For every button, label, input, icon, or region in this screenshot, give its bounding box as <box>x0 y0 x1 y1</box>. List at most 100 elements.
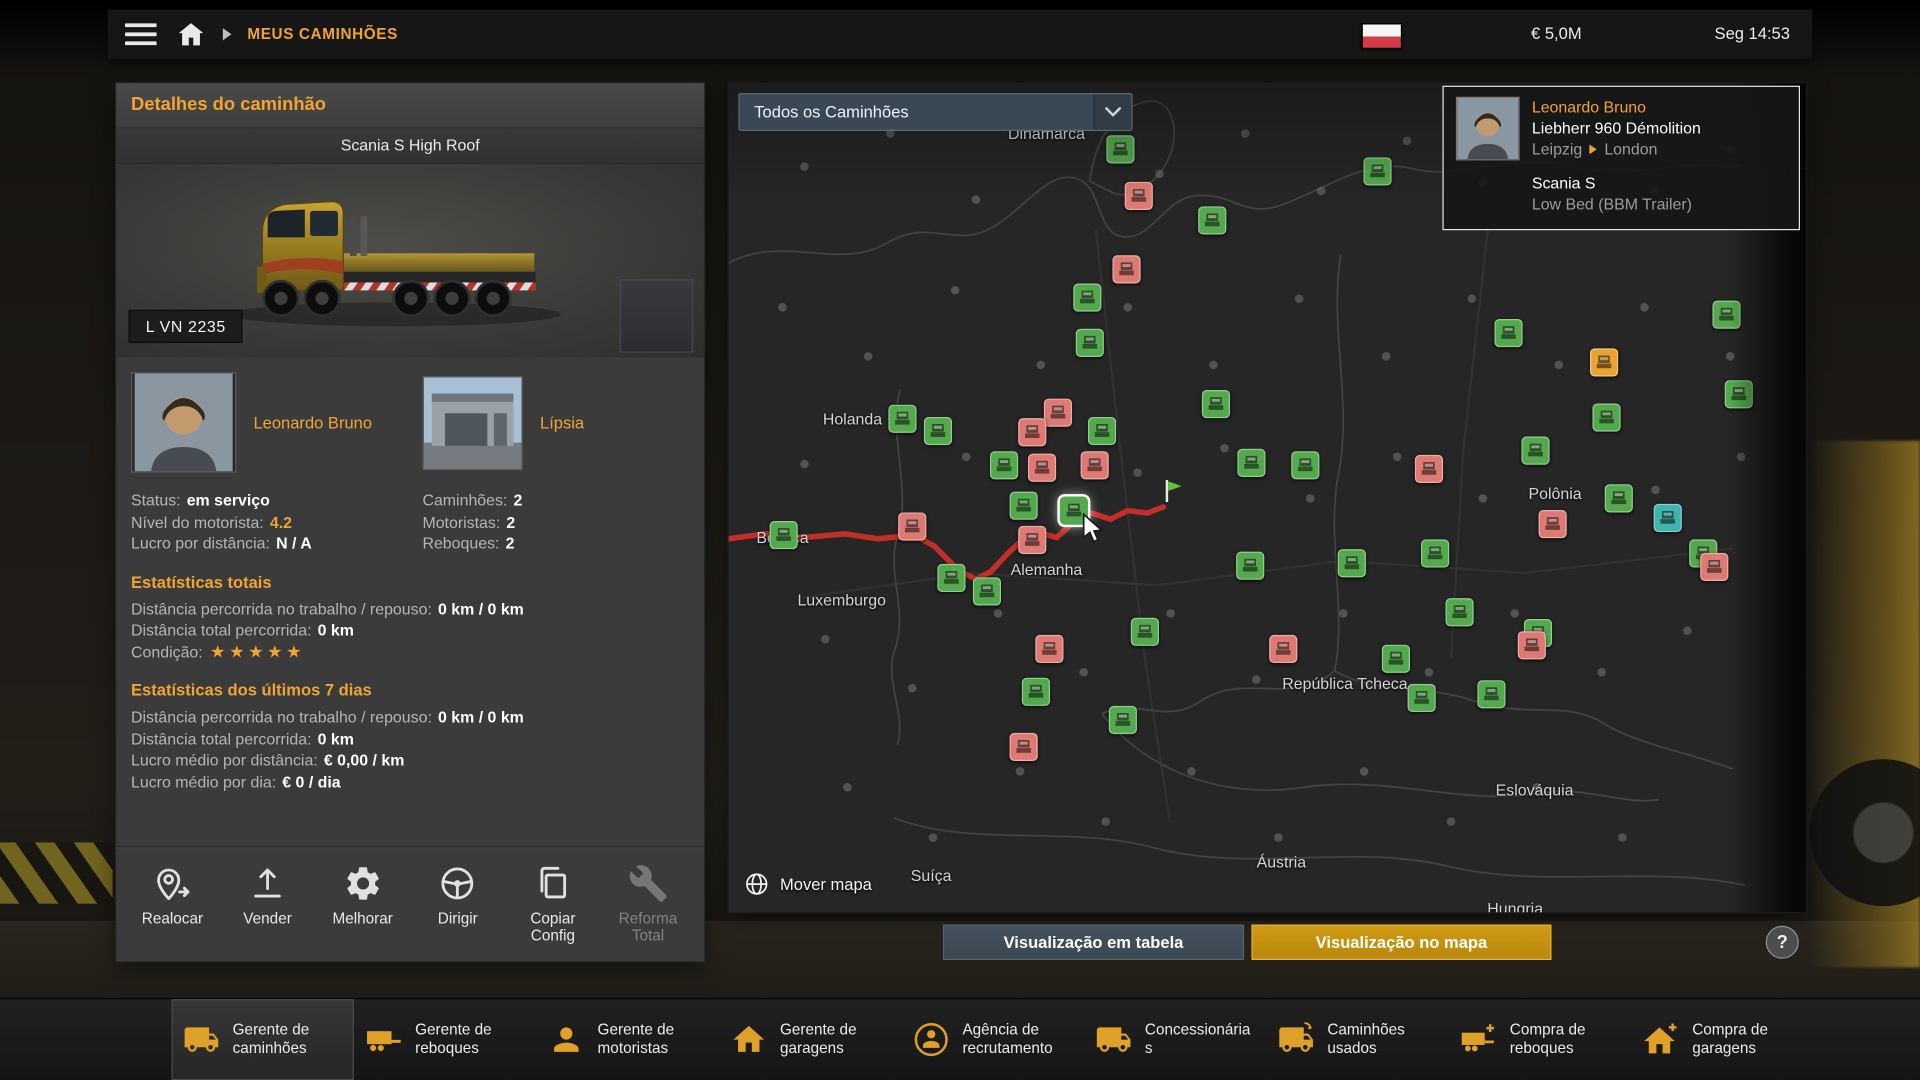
truck-marker[interactable] <box>1381 644 1409 672</box>
truck-marker[interactable] <box>1291 451 1319 479</box>
truck-marker[interactable] <box>1700 552 1728 580</box>
profit-per-distance-value: N / A <box>276 534 312 552</box>
truck-marker[interactable] <box>1269 635 1297 663</box>
truck-marker[interactable] <box>1112 256 1140 284</box>
truck-marker[interactable] <box>1088 417 1116 445</box>
truck-marker[interactable] <box>1022 678 1050 706</box>
map-panel[interactable]: DinamarcaHolandaBélgicaLuxemburgoAlemanh… <box>729 83 1807 912</box>
job-truck: Scania S <box>1532 173 1701 194</box>
truck-marker[interactable] <box>924 417 952 445</box>
truck-marker[interactable] <box>1010 733 1038 761</box>
truck-marker[interactable] <box>938 564 966 592</box>
truck-marker[interactable] <box>1539 510 1567 538</box>
help-button[interactable]: ? <box>1766 926 1799 959</box>
truck-marker[interactable] <box>1107 135 1135 163</box>
copy-config-button[interactable]: Copiar Config <box>507 861 600 959</box>
menu-button[interactable] <box>122 21 159 48</box>
truck-model-title: Scania S High Roof <box>116 129 704 165</box>
truck-marker[interactable] <box>1725 380 1753 408</box>
nav-item-used-trucks[interactable]: Caminhões usados <box>1266 999 1448 1080</box>
nav-item-garage-purchase[interactable]: Compra de garagens <box>1631 999 1813 1080</box>
driver-photo[interactable] <box>131 372 236 472</box>
drive-button[interactable]: Dirigir <box>411 861 504 959</box>
truck-marker[interactable] <box>1018 418 1046 446</box>
relocate-pin-icon <box>152 863 192 903</box>
truck-marker[interactable] <box>1712 300 1740 328</box>
nav-item-trailer-purchase[interactable]: Compra de reboques <box>1449 999 1631 1080</box>
table-view-button[interactable]: Visualização em tabela <box>943 924 1244 960</box>
truck-marker[interactable] <box>1415 455 1443 483</box>
truck-marker[interactable] <box>1036 635 1064 663</box>
truck-marker[interactable] <box>1198 206 1226 234</box>
truck-marker[interactable] <box>1591 349 1619 377</box>
city-dot <box>1726 353 1735 362</box>
truck-marker[interactable] <box>1407 684 1435 712</box>
garage-name-link[interactable]: Lípsia <box>540 413 584 431</box>
city-dot <box>1134 469 1143 478</box>
truck-marker[interactable] <box>1073 283 1101 311</box>
money-display: € 5,0M <box>1477 10 1636 59</box>
nav-item-recruitment-agency[interactable]: Agência de recrutamento <box>901 999 1083 1080</box>
truck-marker[interactable] <box>1605 484 1633 512</box>
nav-item-truck-manager[interactable]: Gerente de caminhões <box>171 999 353 1080</box>
hazard-stripe-decor <box>0 842 113 903</box>
destination-flag-icon <box>1165 480 1185 508</box>
truck-marker[interactable] <box>1130 618 1158 646</box>
truck-marker[interactable] <box>1421 539 1449 567</box>
home-button[interactable] <box>175 20 207 49</box>
truck-marker[interactable] <box>1517 631 1545 659</box>
truck-marker[interactable] <box>898 513 926 541</box>
nav-item-dealerships[interactable]: Concessionárias <box>1084 999 1266 1080</box>
city-dot <box>1403 137 1412 146</box>
truck-marker[interactable] <box>1075 329 1103 357</box>
upgrade-button[interactable]: Melhorar <box>316 861 409 959</box>
city-dot <box>972 195 981 204</box>
truck-marker[interactable] <box>1337 549 1365 577</box>
truck-marker[interactable] <box>1477 680 1505 708</box>
condition-stars: ★★★★★ <box>210 641 305 661</box>
hamburger-icon <box>125 23 157 45</box>
truck-marker[interactable] <box>1445 598 1473 626</box>
truck-marker[interactable] <box>1018 526 1046 554</box>
truck-marker[interactable] <box>1363 157 1391 185</box>
clock-display: Seg 14:53 <box>1673 10 1832 59</box>
total-overhaul-button[interactable]: Reforma Total <box>602 861 695 959</box>
nav-item-driver-manager[interactable]: Gerente de motoristas <box>536 999 718 1080</box>
truck-manager-icon <box>180 1021 223 1058</box>
truck-filter-dropdown[interactable]: Todos os Caminhões <box>738 93 1132 131</box>
nav-item-trailer-manager[interactable]: Gerente de reboques <box>354 999 536 1080</box>
truck-filter-value: Todos os Caminhões <box>754 103 908 121</box>
truck-marker[interactable] <box>1237 449 1265 477</box>
truck-marker[interactable] <box>888 405 916 433</box>
city-dot <box>1446 817 1455 826</box>
map-view-button[interactable]: Visualização no mapa <box>1251 924 1551 960</box>
city-dot <box>961 452 970 461</box>
panel-title: Detalhes do caminhão <box>116 83 704 128</box>
truck-marker[interactable] <box>1593 403 1621 431</box>
relocate-button[interactable]: Realocar <box>126 861 219 959</box>
truck-marker-selected[interactable] <box>1059 497 1087 525</box>
truck-marker[interactable] <box>1236 552 1264 580</box>
city-dot <box>1619 833 1628 842</box>
breadcrumb[interactable]: MEUS CAMINHÕES <box>247 26 398 43</box>
truck-marker[interactable] <box>1495 319 1523 347</box>
truck-marker[interactable] <box>1125 182 1153 210</box>
city-dot <box>1015 767 1024 776</box>
driver-level-value: 4.2 <box>270 512 292 530</box>
driver-name-link[interactable]: Leonardo Bruno <box>253 413 372 431</box>
sell-button[interactable]: Vender <box>221 861 314 959</box>
truck-marker[interactable] <box>1202 390 1230 418</box>
garage-photo[interactable] <box>422 375 522 469</box>
truck-marker[interactable] <box>1081 451 1109 479</box>
truck-marker[interactable] <box>1028 454 1056 482</box>
truck-marker[interactable] <box>1654 504 1682 532</box>
dropdown-chevron-button[interactable] <box>1093 94 1131 130</box>
truck-marker[interactable] <box>973 577 1001 605</box>
truck-marker[interactable] <box>1010 492 1038 520</box>
truck-marker[interactable] <box>1044 398 1072 426</box>
nav-item-garage-manager[interactable]: Gerente de garagens <box>719 999 901 1080</box>
truck-marker[interactable] <box>1522 436 1550 464</box>
truck-marker[interactable] <box>1109 706 1137 734</box>
truck-marker[interactable] <box>769 521 797 549</box>
truck-marker[interactable] <box>990 451 1018 479</box>
